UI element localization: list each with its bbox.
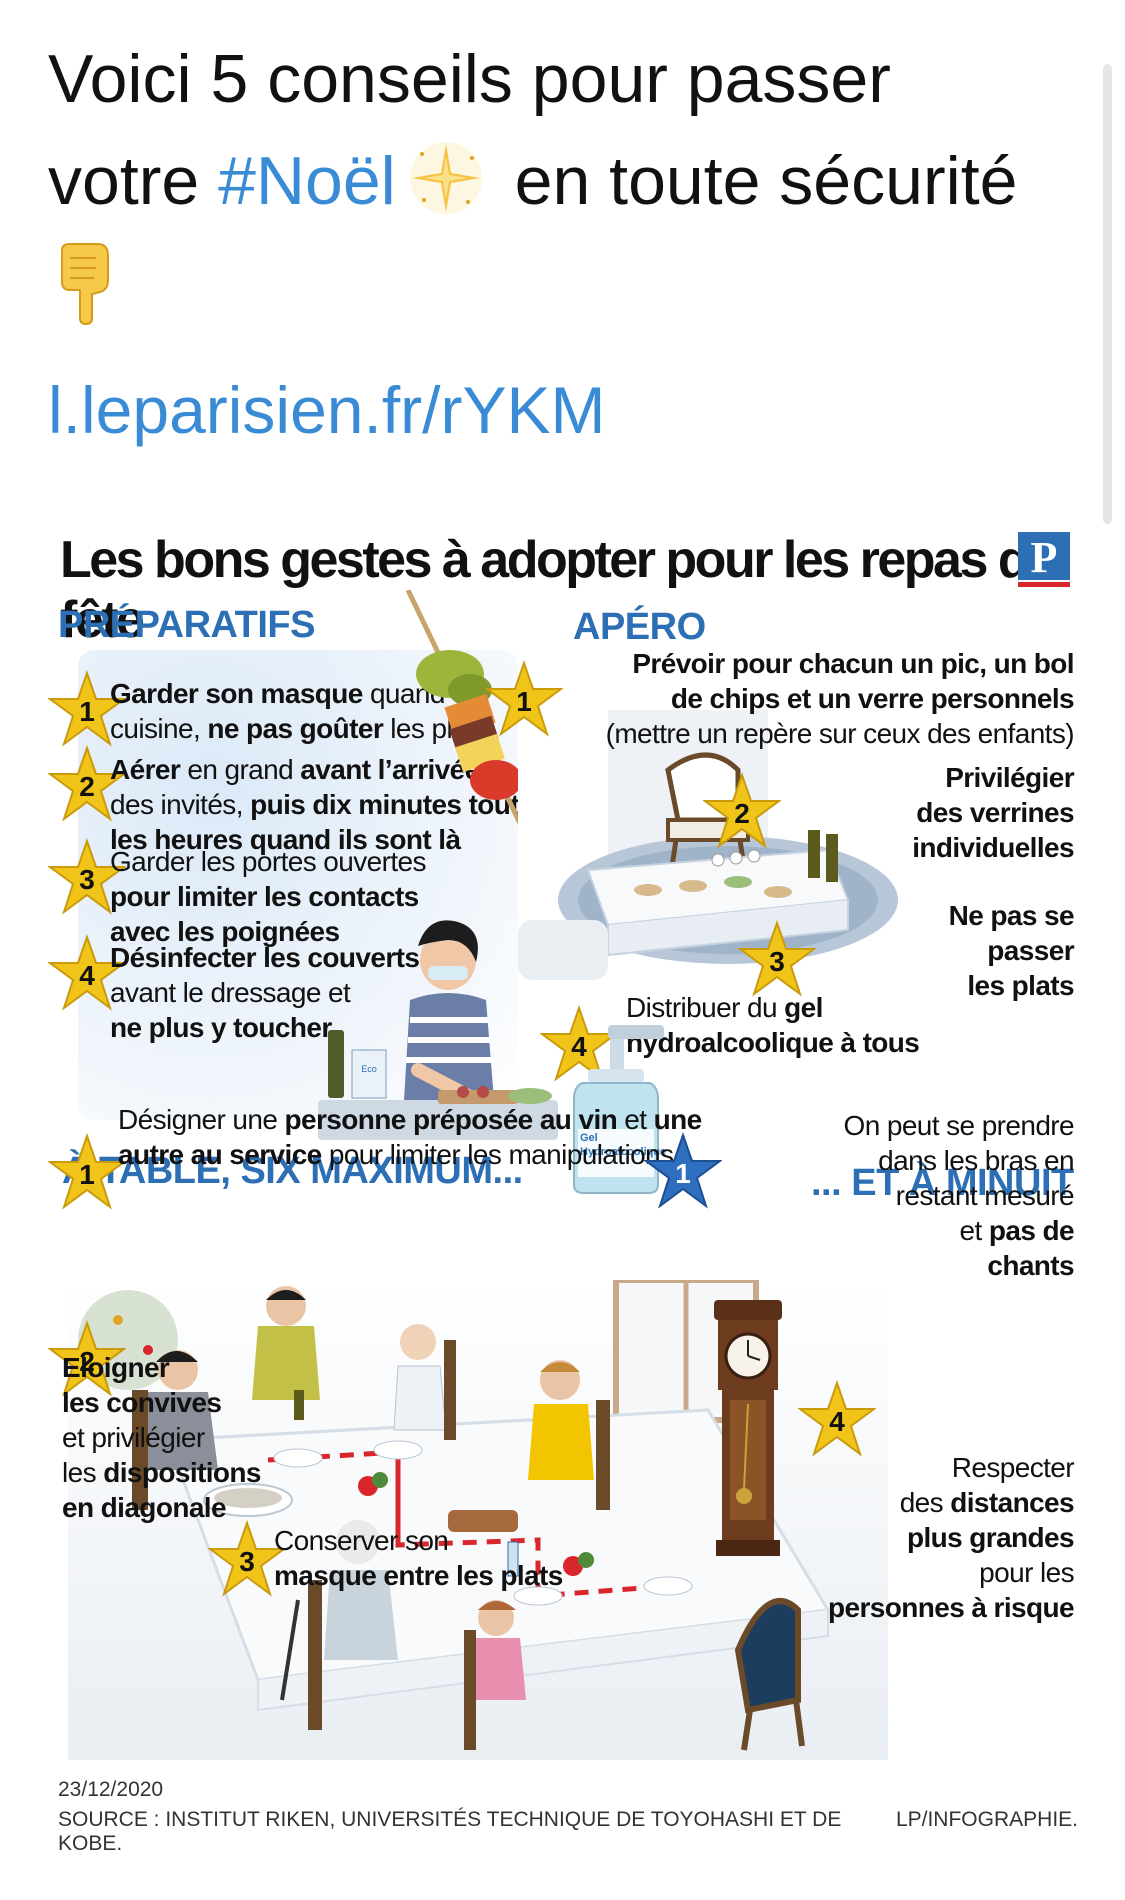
grandfather-clock-illustration [708, 1300, 788, 1560]
svg-text:P: P [1031, 533, 1058, 582]
apero-tip-3-star-icon: 3 [736, 919, 818, 998]
table-tip-3-text: Conserver son masque entre les plats [274, 1525, 563, 1591]
apero-tip-2-number: 2 [734, 798, 750, 829]
apero-tip-2-text: Privilégier des verrines individuelles [912, 762, 1074, 863]
hashtag-noel-link[interactable]: #Noël [218, 143, 396, 219]
source-line: SOURCE : INSTITUT RIKEN, UNIVERSITÉS TEC… [58, 1808, 1078, 1850]
minuit-tip-1-star-icon: 1 [642, 1131, 724, 1210]
infographic[interactable]: Les bons gestes à adopter pour les repas… [48, 520, 1088, 1850]
table-tip-2-text: Eloigner les convives et privilégier les di… [62, 1352, 261, 1523]
apero-tip-2-star-icon: 2 [701, 771, 783, 850]
tweet-text-before-hashtag: votre [48, 143, 219, 219]
tweet-text-after-hashtag: en toute sécurité [495, 143, 1018, 219]
svg-text:Eco: Eco [361, 1064, 377, 1074]
scrollbar[interactable] [1103, 64, 1112, 524]
tweet-line-1: Voici 5 conseils pour passer [48, 41, 891, 117]
publication-date: 23/12/2020 [58, 1778, 164, 1801]
tweet-text: Voici 5 conseils pour passer votre #Noël… [48, 28, 1058, 326]
apero-tip-3-number: 3 [769, 946, 785, 977]
tweet-line-2: votre #Noël en toute sécurité [48, 130, 1058, 232]
table-tip-1-number: 1 [79, 1159, 95, 1190]
table-tip-4-text: Respecter des distances plus grandes pour l… [828, 1452, 1075, 1623]
table-tip-1-text: Désigner une personne préposée au vin et… [118, 1104, 702, 1170]
tweet-link[interactable]: l.leparisien.fr/rYKM [48, 372, 606, 448]
apero-tip-4-text: Distribuer du gel hydroalcoolique à tous [626, 992, 920, 1058]
apero-tip-3-text: Ne pas se passer les plats [948, 900, 1075, 1001]
apero-tip-1-star-icon: 1 [483, 659, 565, 738]
minuit-tip-1-number: 1 [675, 1158, 691, 1189]
le-parisien-logo: P [1016, 530, 1072, 590]
apero-tip-1-number: 1 [516, 686, 532, 717]
table-tip-4-number: 4 [829, 1406, 845, 1437]
source-text: SOURCE : INSTITUT RIKEN, UNIVERSITÉS TEC… [58, 1808, 842, 1850]
backhand-index-pointing-down-icon [48, 240, 118, 326]
apero-heading: APÉRO [573, 606, 706, 648]
table-tip-4-star-icon: 4 [796, 1379, 878, 1458]
table-tip-1-star-icon: 1 [48, 1132, 128, 1211]
apero-tip-1-text: Prévoir pour chacun un pic, un bol de chi… [605, 648, 1075, 749]
credit-text: LP/INFOGRAPHIE. [895, 1808, 1078, 1831]
preparatifs-heading: PRÉPARATIFS [58, 604, 316, 646]
minuit-tip-1-text: On peut se prendre dans les bras en restan… [843, 1110, 1075, 1281]
sparkles-icon [406, 138, 486, 218]
